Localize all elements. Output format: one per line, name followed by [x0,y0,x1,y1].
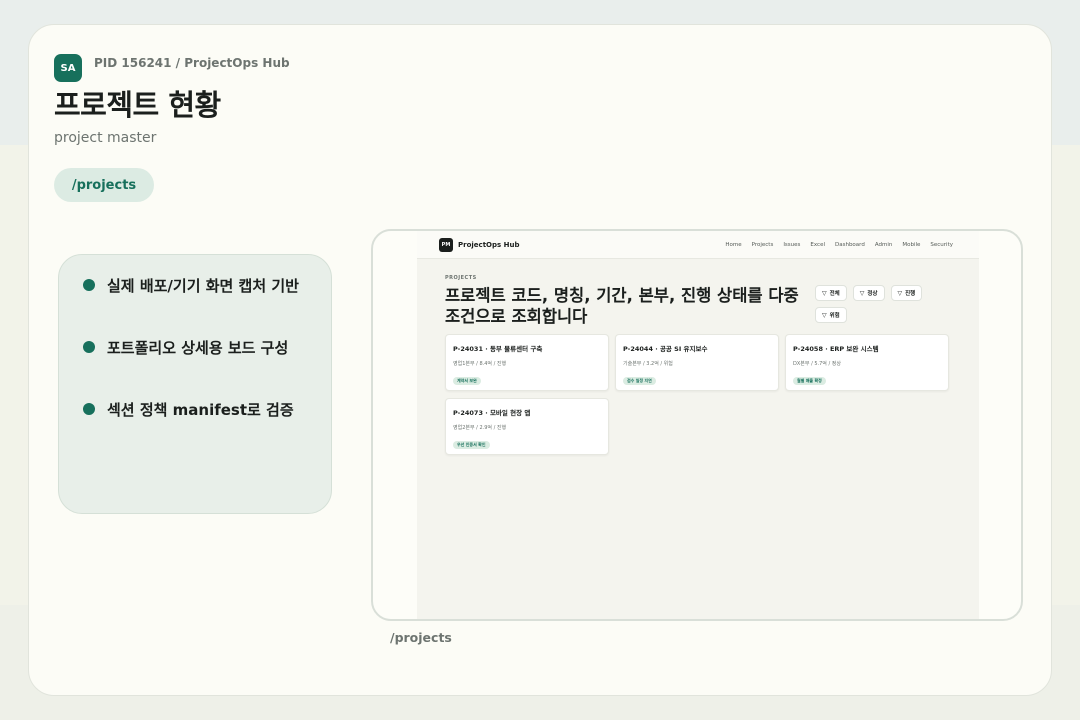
app-topbar: PM ProjectOps Hub Home Projects Issues E… [417,231,979,259]
status-badge: 월별 매출 확정 [793,377,826,385]
note-item: 섹션 정책 manifest로 검증 [83,397,331,421]
bullet-dot-icon [83,341,95,353]
nav-issues[interactable]: Issues [783,242,800,248]
filter-label: 진행 [905,291,916,297]
frame-caption: /projects [390,630,452,645]
nav-projects[interactable]: Projects [752,242,774,248]
filter-group: ▽ 전체 ▽ 정상 ▽ 진행 ▽ 위험 [815,285,935,323]
filter-label: 정상 [867,291,878,297]
note-item: 포트폴리오 상세용 보드 구성 [83,335,331,359]
filter-risk-button[interactable]: ▽ 위험 [815,307,847,323]
status-badge: 검수 일정 지연 [623,377,656,385]
section-eyebrow: PROJECTS [445,275,477,281]
filter-label: 위험 [829,313,840,319]
nav-mobile[interactable]: Mobile [902,242,920,248]
nav-security[interactable]: Security [930,242,953,248]
project-meta: 기술본부 / 3.2억 / 위험 [623,361,673,367]
project-grid: P-24031 · 동부 물류센터 구축 영업1본부 / 8.4억 / 진행 계… [445,334,951,455]
status-badge: 우선 인증서 확인 [453,441,490,449]
route-badge: /projects [54,168,154,202]
filter-icon: ▽ [897,289,903,297]
project-card[interactable]: P-24044 · 공공 SI 유지보수 기술본부 / 3.2억 / 위험 검수… [615,334,779,391]
page-subtitle: project master [54,130,157,146]
app-logo[interactable]: PM [439,237,453,252]
project-card[interactable]: P-24031 · 동부 물류센터 구축 영업1본부 / 8.4억 / 진행 계… [445,334,609,391]
project-title: P-24044 · 공공 SI 유지보수 [623,345,708,353]
bullet-dot-icon [83,279,95,291]
note-text: 포트폴리오 상세용 보드 구성 [107,338,289,357]
app-preview: PM ProjectOps Hub Home Projects Issues E… [417,231,979,619]
avatar: SA [54,54,82,82]
status-badge: 계약서 보완 [453,377,481,385]
screenshot-frame: PM ProjectOps Hub Home Projects Issues E… [371,229,1023,621]
filter-label: 전체 [829,291,840,297]
note-item: 실제 배포/기기 화면 캡처 기반 [83,273,331,297]
nav-home[interactable]: Home [725,242,741,248]
project-meta: 영업1본부 / 8.4억 / 진행 [453,361,507,367]
project-id: PID 156241 / ProjectOps Hub [94,56,290,70]
project-meta: DX본부 / 5.7억 / 정상 [793,361,841,367]
filter-icon: ▽ [859,289,865,297]
note-text: 실제 배포/기기 화면 캡처 기반 [107,276,299,295]
notes-panel: 실제 배포/기기 화면 캡처 기반 포트폴리오 상세용 보드 구성 섹션 정책 … [58,254,332,514]
note-text: 섹션 정책 manifest로 검증 [107,400,294,419]
filter-normal-button[interactable]: ▽ 정상 [852,285,885,301]
app-nav: Home Projects Issues Excel Dashboard Adm… [725,231,953,259]
project-meta: 영업2본부 / 2.9억 / 진행 [453,425,507,431]
filter-all-button[interactable]: ▽ 전체 [815,285,847,301]
section-headline: 프로젝트 코드, 명칭, 기간, 본부, 진행 상태를 다중 조건으로 조회합니… [445,286,799,326]
page-title: 프로젝트 현황 [54,88,221,122]
nav-admin[interactable]: Admin [875,242,893,248]
filter-icon: ▽ [822,289,827,297]
bullet-dot-icon [83,403,95,415]
project-card[interactable]: P-24058 · ERP 보완 시스템 DX본부 / 5.7억 / 정상 월별… [785,334,949,391]
project-card[interactable]: P-24073 · 모바일 현장 앱 영업2본부 / 2.9억 / 진행 우선 … [445,398,609,455]
project-title: P-24058 · ERP 보완 시스템 [793,345,879,353]
filter-progress-button[interactable]: ▽ 진행 [890,285,923,301]
project-title: P-24031 · 동부 물류센터 구축 [453,345,543,353]
app-brand[interactable]: ProjectOps Hub [458,241,519,249]
nav-excel[interactable]: Excel [810,242,825,248]
filter-icon: ▽ [822,311,827,319]
project-title: P-24073 · 모바일 현장 앱 [453,409,531,417]
nav-dashboard[interactable]: Dashboard [835,242,865,248]
